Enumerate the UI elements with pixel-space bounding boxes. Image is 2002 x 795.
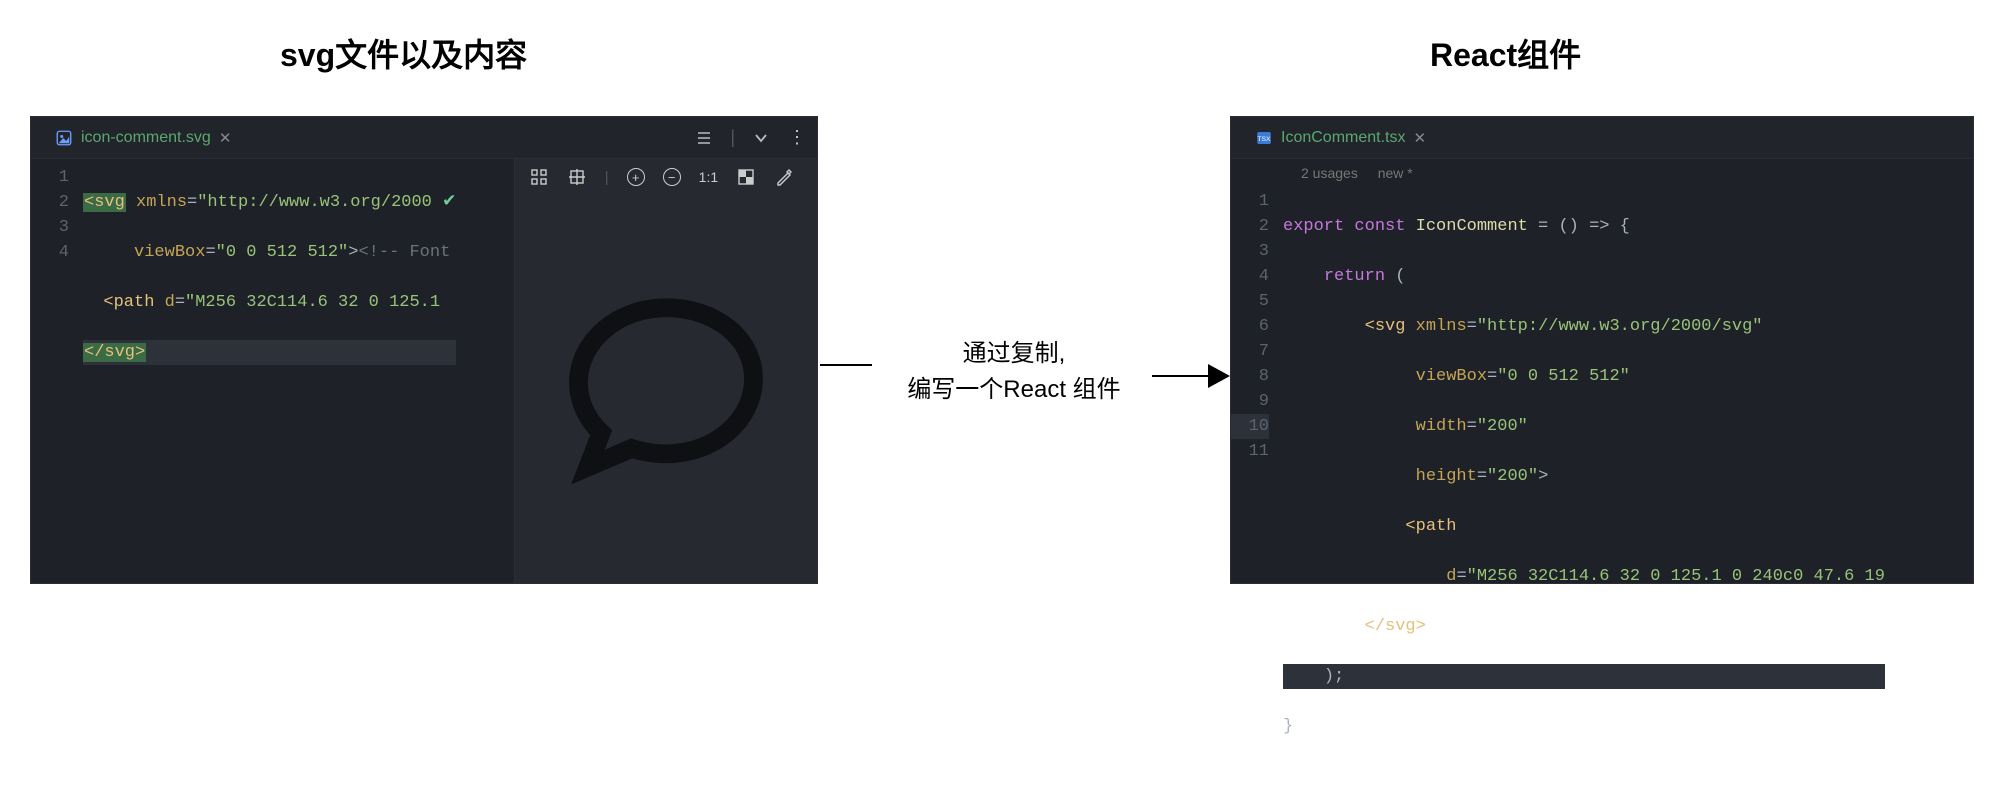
arrow-head-icon [1208,364,1230,388]
code-hints: 2 usages new * [1231,159,1973,183]
svg-file-icon [55,129,73,147]
tsx-file-icon: TSX [1255,129,1273,147]
right-title: React组件 [1430,30,1581,76]
right-tab-filename: IconComment.tsx [1281,129,1405,147]
left-editor: icon-comment.svg ✕ | ⋮ 1 2 3 4 <svg xmln… [30,116,818,584]
left-title: svg文件以及内容 [280,30,527,76]
left-tabbar-actions: | ⋮ [694,127,807,148]
arrow-left-segment [820,364,872,366]
chevron-down-icon[interactable] [751,128,771,148]
divider-icon: | [730,127,735,148]
right-gutter: 1 2 3 4 5 6 7 8 9 10 11 [1231,183,1283,795]
check-icon: ✔ [442,193,456,212]
checker-icon[interactable] [736,167,756,187]
left-tab[interactable]: icon-comment.svg ✕ [41,118,245,158]
svg-text:TSX: TSX [1257,136,1271,143]
left-tabbar: icon-comment.svg ✕ | ⋮ [31,117,817,159]
zoom-ratio[interactable]: 1:1 [699,169,718,185]
svg-preview-pane: | + − 1:1 [514,159,817,583]
right-editor: TSX IconComment.tsx ✕ 2 usages new * 1 2… [1230,116,1974,584]
grid-icon[interactable] [567,167,587,187]
left-gutter: 1 2 3 4 [31,159,83,421]
preview-body [515,195,817,583]
zoom-out-icon[interactable]: − [663,168,681,186]
select-icon[interactable] [529,167,549,187]
list-icon[interactable] [694,128,714,148]
left-code-pane: 1 2 3 4 <svg xmlns="http://www.w3.org/20… [31,159,514,583]
arrow-right-segment [1152,364,1230,388]
close-icon[interactable]: ✕ [219,129,232,147]
left-tab-filename: icon-comment.svg [81,129,211,147]
right-code[interactable]: export const IconComment = () => { retur… [1283,183,1885,795]
usages-hint[interactable]: 2 usages [1301,165,1358,181]
zoom-in-icon[interactable]: + [627,168,645,186]
divider-icon: | [605,169,609,186]
new-hint[interactable]: new * [1378,165,1413,181]
right-tabbar: TSX IconComment.tsx ✕ [1231,117,1973,159]
left-code[interactable]: <svg xmlns="http://www.w3.org/2000 ✔ vie… [83,159,456,421]
more-icon[interactable]: ⋮ [787,128,807,148]
close-icon[interactable]: ✕ [1413,129,1426,147]
edit-icon[interactable] [774,167,794,187]
arrow-caption: 通过复制, 编写一个React 组件 [864,336,1164,408]
preview-toolbar: | + − 1:1 [515,159,817,195]
right-tab[interactable]: TSX IconComment.tsx ✕ [1241,118,1440,158]
comment-icon [566,289,766,489]
